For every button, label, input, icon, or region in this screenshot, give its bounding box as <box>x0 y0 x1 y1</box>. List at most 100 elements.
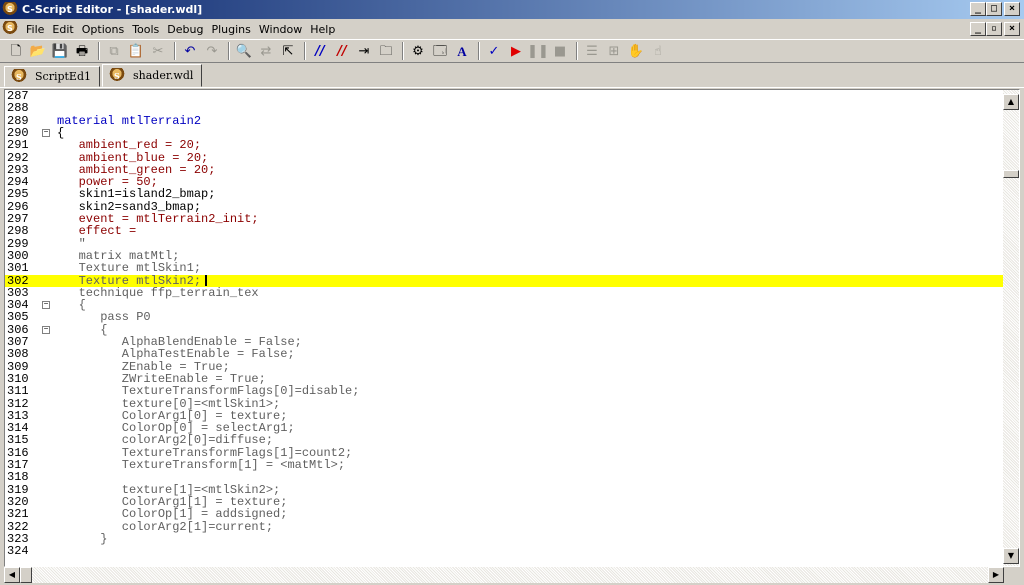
comment-icon[interactable]: // <box>310 41 330 61</box>
menu-window[interactable]: Window <box>255 23 306 36</box>
run-icon[interactable]: ▶ <box>506 41 526 61</box>
toolbar-separator <box>478 42 480 60</box>
fold-toggle-icon[interactable]: − <box>42 325 50 334</box>
minimize-button[interactable]: _ <box>970 2 986 16</box>
code-area[interactable]: 287 288 289 material mtlTerrain2 290−{291 am… <box>5 90 1004 566</box>
code-editor[interactable]: 287 288 289 material mtlTerrain2 290−{291 am… <box>4 89 1020 567</box>
doc-minimize-button[interactable]: _ <box>970 22 986 36</box>
menu-edit[interactable]: Edit <box>48 23 77 36</box>
undo-icon[interactable]: ↶ <box>180 41 200 61</box>
copy-icon[interactable]: ⧉ <box>104 41 124 61</box>
code-line[interactable]: 318 <box>5 471 1004 484</box>
menu-help[interactable]: Help <box>306 23 339 36</box>
open-icon[interactable]: 📂 <box>28 41 48 61</box>
close-button[interactable]: × <box>1004 2 1020 16</box>
toolbar-separator <box>402 42 404 60</box>
toggle-icon[interactable]: ☰ <box>582 41 602 61</box>
scroll-up-button[interactable]: ▲ <box>1003 94 1019 110</box>
doc-restore-button[interactable]: ▫ <box>986 22 1002 36</box>
code-line[interactable]: 308 AlphaTestEnable = False; <box>5 347 1004 362</box>
menu-tools[interactable]: Tools <box>128 23 163 36</box>
print-icon[interactable]: 🖶 <box>72 41 92 61</box>
spellcheck-icon[interactable]: ✓ <box>484 41 504 61</box>
breakpoint-icon[interactable]: ⊞ <box>604 41 624 61</box>
script-icon <box>109 67 126 84</box>
properties-icon[interactable]: 🗔 <box>430 41 450 61</box>
indent-icon[interactable]: ⇥ <box>354 41 374 61</box>
paste-icon[interactable]: 📋 <box>126 41 146 61</box>
menu-debug[interactable]: Debug <box>163 23 207 36</box>
hand-icon[interactable]: ✋ <box>626 41 646 61</box>
new-icon[interactable]: 🗋 <box>6 41 26 61</box>
code-text: } <box>57 531 108 546</box>
code-line[interactable]: 302 Texture mtlSkin2; <box>5 274 1004 287</box>
document-window-controls: _ ▫ × <box>970 22 1020 36</box>
replace-icon[interactable]: ⇄ <box>256 41 276 61</box>
code-line[interactable]: 298 effect = <box>5 225 1004 238</box>
tools-icon[interactable]: ⚙ <box>408 41 428 61</box>
find-icon[interactable]: 🔍 <box>234 41 254 61</box>
line-number: 308 <box>7 347 29 362</box>
code-text: colorArg2[1]=current; <box>57 519 274 534</box>
redo-icon[interactable]: ↷ <box>202 41 222 61</box>
font-icon[interactable]: A <box>452 41 472 61</box>
code-line[interactable]: 321 ColorOp[1] = addsigned; <box>5 507 1004 522</box>
app-icon[interactable] <box>2 1 18 18</box>
scroll-down-button[interactable]: ▼ <box>1003 548 1019 564</box>
document-icon[interactable] <box>2 21 18 37</box>
menu-plugins[interactable]: Plugins <box>207 23 254 36</box>
vertical-scrollbar[interactable]: ▲ ▼ <box>1003 90 1019 566</box>
code-line[interactable]: 292 ambient_blue = 20; <box>5 151 1004 164</box>
tab-shader-wdl[interactable]: shader.wdl <box>102 64 203 87</box>
save-icon[interactable]: 💾 <box>50 41 70 61</box>
code-line[interactable]: 303 technique ffp_terrain_tex <box>5 286 1004 299</box>
goto-icon[interactable]: ⇱ <box>278 41 298 61</box>
code-line[interactable]: 291 ambient_red = 20; <box>5 138 1004 153</box>
cut-icon[interactable]: ✂ <box>148 41 168 61</box>
code-line[interactable]: 322 colorArg2[1]=current; <box>5 519 1004 534</box>
code-line[interactable]: 287 <box>5 90 1004 102</box>
line-number: 305 <box>7 310 29 325</box>
code-line[interactable]: 301 Texture mtlSkin1; <box>5 261 1004 276</box>
code-line[interactable]: 311 TextureTransformFlags[0]=disable; <box>5 385 1004 398</box>
code-line[interactable]: 297 event = mtlTerrain2_init; <box>5 213 1004 226</box>
scroll-left-button[interactable]: ◀ <box>4 567 20 583</box>
code-line[interactable]: 324 <box>5 545 1004 558</box>
tab-label: shader.wdl <box>133 69 194 82</box>
stop-icon[interactable]: ■ <box>550 41 570 61</box>
title-bar[interactable]: C-Script Editor - [shader.wdl] _ □ × <box>0 0 1024 19</box>
code-text: skin1=island2_bmap; <box>57 187 216 202</box>
hscroll-thumb[interactable] <box>20 567 32 583</box>
code-line[interactable]: 295 skin1=island2_bmap; <box>5 187 1004 202</box>
code-line[interactable]: 289 material mtlTerrain2 <box>5 113 1004 128</box>
code-line[interactable]: 312 texture[0]=<mtlSkin1>; <box>5 396 1004 411</box>
code-text: AlphaTestEnable = False; <box>57 347 295 362</box>
tab-scripted1[interactable]: ScriptEd1 <box>4 66 101 87</box>
code-line[interactable]: 305 pass P0 <box>5 310 1004 325</box>
restore-button[interactable]: □ <box>986 2 1002 16</box>
code-text: texture[0]=<mtlSkin1>; <box>57 396 281 411</box>
line-number: 315 <box>7 433 29 448</box>
code-line[interactable]: 288 <box>5 102 1004 115</box>
fold-toggle-icon[interactable]: − <box>42 301 50 310</box>
pause-icon[interactable]: ❚❚ <box>527 41 549 61</box>
line-number: 291 <box>7 138 29 153</box>
code-line[interactable]: 304− { <box>5 299 1004 312</box>
menu-options[interactable]: Options <box>78 23 128 36</box>
scroll-right-button[interactable]: ▶ <box>988 567 1004 583</box>
scroll-thumb[interactable] <box>1003 170 1019 178</box>
code-text: material mtlTerrain2 <box>57 113 202 128</box>
bookmark-icon[interactable]: 🗀 <box>376 41 396 61</box>
doc-close-button[interactable]: × <box>1004 22 1020 36</box>
code-line[interactable]: 323 } <box>5 531 1004 546</box>
code-text: ColorOp[1] = addsigned; <box>57 507 288 522</box>
fold-toggle-icon[interactable]: − <box>42 128 50 137</box>
hand2-icon[interactable]: ☝ <box>648 41 668 61</box>
uncomment-icon[interactable]: // <box>332 41 352 61</box>
line-number: 301 <box>7 261 29 276</box>
horizontal-scrollbar[interactable]: ◀ ▶ <box>4 567 1004 583</box>
code-line[interactable]: 317 TextureTransform[1] = <matMtl>; <box>5 459 1004 472</box>
menu-file[interactable]: File <box>22 23 48 36</box>
code-line[interactable]: 315 colorArg2[0]=diffuse; <box>5 433 1004 448</box>
toolbar-separator <box>98 42 100 60</box>
